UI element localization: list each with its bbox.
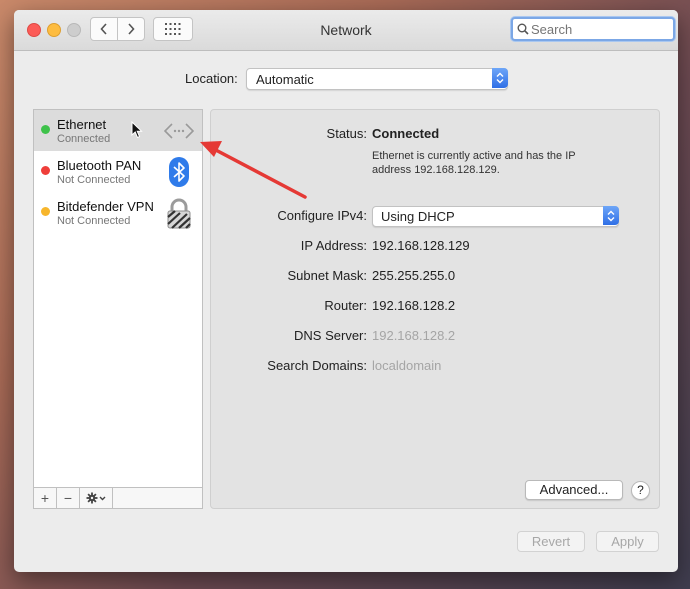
mouse-cursor-icon	[131, 121, 143, 139]
annotation-arrow	[200, 141, 307, 199]
